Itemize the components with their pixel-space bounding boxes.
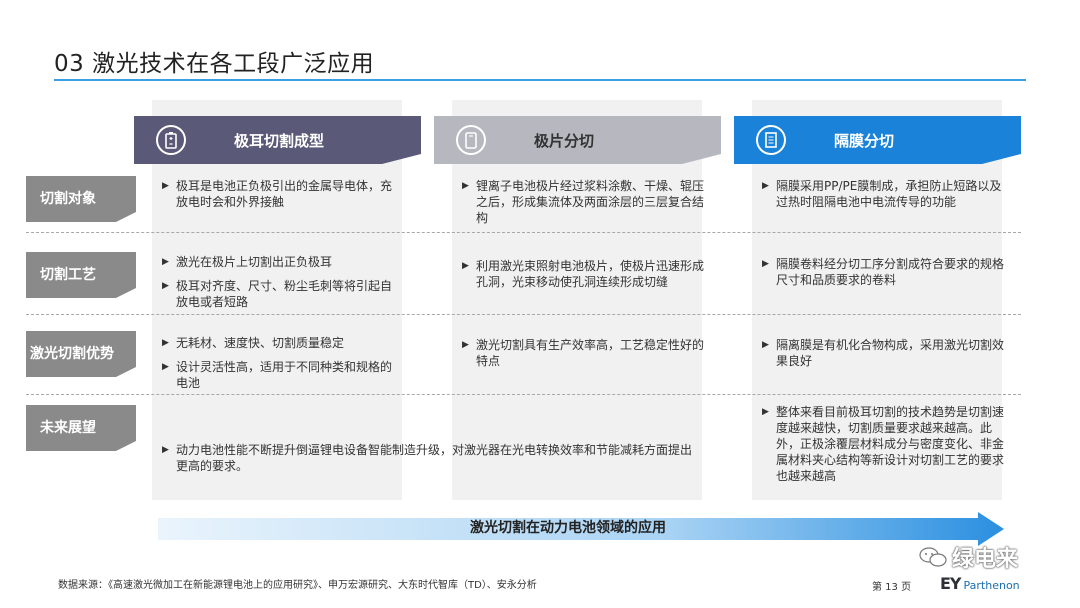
page-title: 03 激光技术在各工段广泛应用 <box>54 51 375 77</box>
document-icon <box>756 125 786 155</box>
row-label-cutting-object: 切割对象 <box>26 176 136 222</box>
column-header-tab-cutting: 极耳切割成型 <box>134 116 421 164</box>
bullet-item: ▶ 利用激光束照射电池极片，使极片迅速形成孔洞，光束移动使孔洞连续形成切缝 <box>462 259 705 289</box>
battery-cell-icon <box>456 125 486 155</box>
bullet-arrow-icon: ▶ <box>762 407 769 417</box>
bullet-item: ▶ 隔膜卷料经分切工序分割成符合要求的规格尺寸和品质要求的卷料 <box>762 257 1005 287</box>
parthenon-logo-text: Parthenon <box>963 579 1020 592</box>
cell-r1-c3: ▶ 隔膜采用PP/PE膜制成，承担防止短路以及过热时阻隔电池中电流传导的功能 <box>762 178 1004 218</box>
cell-r3-c3: ▶ 隔离膜是有机化合物构成，采用激光切割效果良好 <box>762 337 1004 377</box>
bullet-arrow-icon: ▶ <box>162 362 169 372</box>
column-header-separator-slitting: 隔膜分切 <box>734 116 1021 164</box>
bullet-arrow-icon: ▶ <box>162 338 169 348</box>
row-label-laser-advantage: 激光切割优势 <box>26 331 136 377</box>
column-header-electrode-slitting: 极片分切 <box>434 116 721 164</box>
cell-r1-c2: ▶ 锂离子电池极片经过浆料涂敷、干燥、辊压之后，形成集流体及两面涂层的三层复合结构 <box>462 178 704 234</box>
cell-r3-c1: ▶ 无耗材、速度快、切割质量稳定 ▶ 设计灵活性高，适用于不同种类和规格的电池 <box>162 335 402 399</box>
column-header-label: 隔膜分切 <box>834 131 895 150</box>
watermark-text: 绿电来 <box>952 547 1019 572</box>
bullet-item: ▶ 激光在极片上切割出正负极耳 <box>162 255 333 269</box>
bullet-item: ▶ 极耳是电池正负极引出的金属导电体，充放电时会和外界接触 <box>162 179 393 209</box>
wechat-icon <box>919 547 947 567</box>
ey-logo-text: EY <box>940 574 961 593</box>
row-label-text: 切割对象 <box>40 191 96 207</box>
bullet-arrow-icon: ▶ <box>762 259 769 269</box>
bullet-item: ▶ 设计灵活性高，适用于不同种类和规格的电池 <box>162 360 393 390</box>
cell-r4-merged: ▶ 动力电池性能不断提升倒逼锂电设备智能制造升级，对激光器在光电转换效率和节能减耗… <box>162 442 702 482</box>
bullet-item: ▶ 无耗材、速度快、切割质量稳定 <box>162 336 345 350</box>
bullet-item: ▶ 动力电池性能不断提升倒逼锂电设备智能制造升级，对激光器在光电转换效率和节能减耗… <box>162 443 693 473</box>
bullet-arrow-icon: ▶ <box>762 181 769 191</box>
column-header-label: 极耳切割成型 <box>234 131 325 150</box>
row-label-text: 未来展望 <box>40 420 96 436</box>
row-label-text: 切割工艺 <box>40 267 96 283</box>
battery-icon <box>156 125 186 155</box>
bullet-item: ▶ 隔膜采用PP/PE膜制成，承担防止短路以及过热时阻隔电池中电流传导的功能 <box>762 179 1002 209</box>
row-label-outlook: 未来展望 <box>26 405 136 451</box>
bullet-arrow-icon: ▶ <box>762 340 769 350</box>
bullet-arrow-icon: ▶ <box>162 445 169 455</box>
arrow-label: 激光切割在动力电池领域的应用 <box>470 520 666 536</box>
ey-parthenon-logo: EY Parthenon <box>940 574 1020 593</box>
bullet-arrow-icon: ▶ <box>462 340 469 350</box>
bullet-arrow-icon: ▶ <box>462 261 469 271</box>
bullet-arrow-icon: ▶ <box>162 281 169 291</box>
bullet-item: ▶ 极耳对齐度、尺寸、粉尘毛刺等将引起自放电或者短路 <box>162 279 393 309</box>
bullet-arrow-icon: ▶ <box>162 257 169 267</box>
bullet-item: ▶ 隔离膜是有机化合物构成，采用激光切割效果良好 <box>762 338 1005 368</box>
title-divider <box>54 79 1026 81</box>
bullet-item: ▶ 激光切割具有生产效率高，工艺稳定性好的特点 <box>462 338 705 368</box>
bullet-arrow-icon: ▶ <box>462 181 469 191</box>
cell-r2-c2: ▶ 利用激光束照射电池极片，使极片迅速形成孔洞，光束移动使孔洞连续形成切缝 <box>462 258 704 298</box>
bullet-arrow-icon: ▶ <box>162 181 169 191</box>
bullet-item: ▶ 锂离子电池极片经过浆料涂敷、干燥、辊压之后，形成集流体及两面涂层的三层复合结构 <box>462 179 705 225</box>
cell-r2-c3: ▶ 隔膜卷料经分切工序分割成符合要求的规格尺寸和品质要求的卷料 <box>762 256 1004 296</box>
row-label-text: 激光切割优势 <box>30 346 114 362</box>
cell-r3-c2: ▶ 激光切割具有生产效率高，工艺稳定性好的特点 <box>462 337 704 377</box>
column-header-label: 极片分切 <box>534 131 595 150</box>
cell-r1-c1: ▶ 极耳是电池正负极引出的金属导电体，充放电时会和外界接触 <box>162 178 402 218</box>
watermark: 绿电来 <box>918 541 1018 573</box>
bullet-item: ▶ 整体来看目前极耳切割的技术趋势是切割速度越来越快，切割质量要求越来越高。此外，… <box>762 405 1005 483</box>
page-number: 第 13 页 <box>872 582 912 593</box>
cell-r4-c3: ▶ 整体来看目前极耳切割的技术趋势是切割速度越来越快，切割质量要求越来越高。此外，… <box>762 404 1004 492</box>
cell-r2-c1: ▶ 激光在极片上切割出正负极耳 ▶ 极耳对齐度、尺寸、粉尘毛刺等将引起自放电或者短路 <box>162 254 402 318</box>
row-label-cutting-process: 切割工艺 <box>26 252 136 298</box>
data-source: 数据来源：《高速激光微加工在新能源锂电池上的应用研究》、申万宏源研究、大东时代智… <box>58 580 537 591</box>
